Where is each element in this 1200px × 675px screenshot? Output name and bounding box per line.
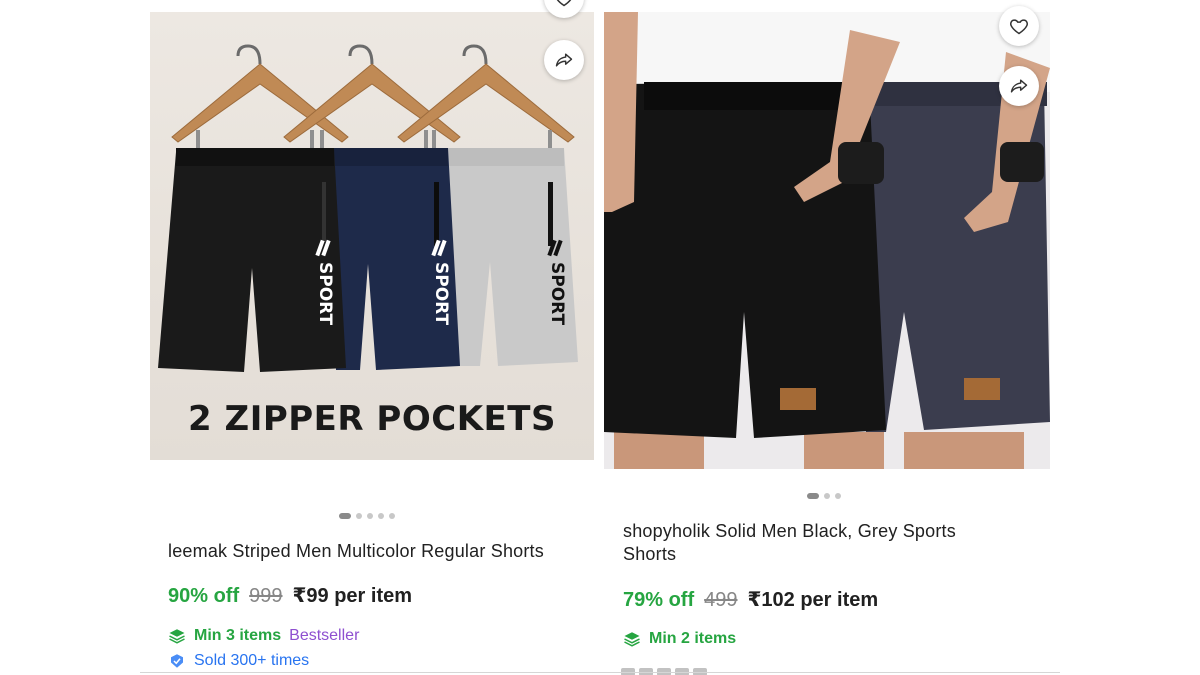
product-card-2[interactable]: shopyholik Solid Men Black, Grey Sports … bbox=[603, 0, 1051, 675]
wishlist-button-2[interactable] bbox=[999, 6, 1039, 46]
stack-icon bbox=[169, 629, 185, 644]
carousel-dot bbox=[389, 513, 395, 519]
divider bbox=[140, 672, 1060, 673]
price-label: ₹102 per item bbox=[747, 589, 879, 611]
carousel-dot bbox=[835, 493, 841, 499]
sold-count-label: Sold 300+ times bbox=[194, 652, 310, 669]
product-image-1[interactable]: SPORT SPORT SPORT 2 ZIPPER POCKETS bbox=[150, 12, 594, 460]
product-title-1[interactable]: leemak Striped Men Multicolor Regular Sh… bbox=[168, 540, 588, 563]
carousel-dot bbox=[339, 513, 351, 519]
shorts-on-hangers-illustration: SPORT SPORT SPORT 2 ZIPPER POCKETS bbox=[158, 44, 578, 439]
carousel-dot bbox=[356, 513, 362, 519]
carousel-dot bbox=[824, 493, 830, 499]
model-wearing-shorts-illustration bbox=[604, 12, 1050, 469]
product-card-1[interactable]: SPORT SPORT SPORT 2 ZIPPER POCKETS leema… bbox=[148, 0, 598, 675]
carousel-dot bbox=[378, 513, 384, 519]
carousel-indicator-2 bbox=[807, 493, 841, 499]
min-items-row-1: Min 3 items Bestseller bbox=[168, 627, 359, 645]
min-items-row-2: Min 2 items bbox=[623, 630, 736, 648]
print-text-grey: SPORT bbox=[547, 262, 567, 325]
share-icon bbox=[555, 53, 573, 67]
print-text-black: SPORT bbox=[315, 262, 335, 325]
price-label: ₹99 per item bbox=[292, 585, 413, 607]
heart-icon bbox=[1010, 19, 1028, 35]
carousel-dot bbox=[807, 493, 819, 499]
sold-badge-icon bbox=[171, 654, 183, 668]
product-title-2-line2: Shorts bbox=[623, 544, 677, 564]
share-button-2[interactable] bbox=[999, 66, 1039, 106]
mrp-label: 499 bbox=[704, 589, 738, 611]
share-icon bbox=[1010, 79, 1028, 93]
sold-row-1: Sold 300+ times bbox=[168, 652, 309, 670]
price-row-2: 79% off 499 ₹102 per item bbox=[623, 587, 878, 612]
stack-icon bbox=[624, 632, 640, 647]
share-button-1[interactable] bbox=[544, 40, 584, 80]
discount-label: 90% off bbox=[168, 585, 240, 607]
min-items-label: Min 3 items bbox=[194, 627, 282, 644]
bestseller-badge: Bestseller bbox=[289, 627, 360, 644]
heart-icon bbox=[556, 0, 572, 7]
image-banner-text: 2 ZIPPER POCKETS bbox=[188, 399, 556, 439]
product-image-2[interactable] bbox=[604, 12, 1050, 469]
min-items-label: Min 2 items bbox=[649, 630, 737, 647]
price-row-1: 90% off 999 ₹99 per item bbox=[168, 583, 412, 608]
print-text-navy: SPORT bbox=[431, 262, 451, 325]
product-title-2-line1: shopyholik Solid Men Black, Grey Sports bbox=[623, 521, 956, 541]
discount-label: 79% off bbox=[623, 589, 695, 611]
carousel-indicator-1 bbox=[339, 513, 395, 519]
mrp-label: 999 bbox=[249, 585, 283, 607]
carousel-dot bbox=[367, 513, 373, 519]
product-title-2[interactable]: shopyholik Solid Men Black, Grey Sports … bbox=[623, 520, 1043, 566]
